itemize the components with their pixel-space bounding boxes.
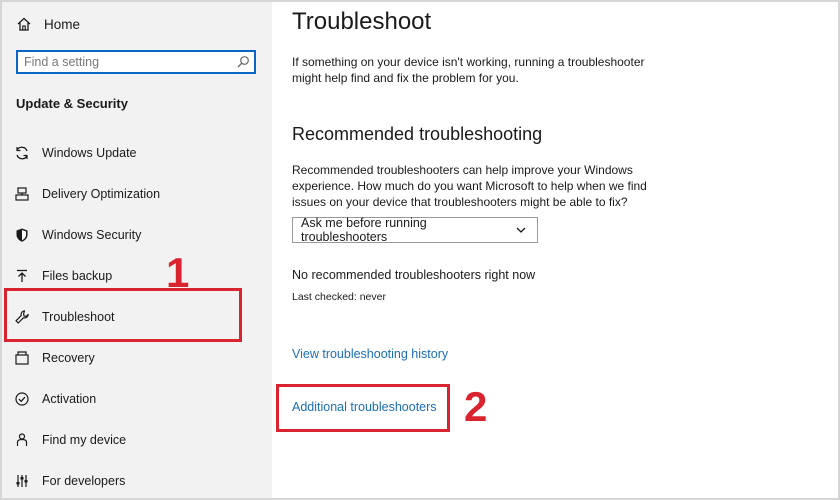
delivery-optimization-icon <box>14 186 30 202</box>
recovery-icon <box>14 350 30 366</box>
sidebar-item-windows-security[interactable]: Windows Security <box>14 224 141 246</box>
sidebar-item-label: Activation <box>42 392 97 406</box>
sidebar-item-label: Delivery Optimization <box>42 187 161 201</box>
sidebar-item-files-backup[interactable]: Files backup <box>14 265 112 287</box>
chevron-down-icon <box>513 222 529 238</box>
status-text: No recommended troubleshooters right now <box>292 268 536 282</box>
sidebar-item-windows-update[interactable]: Windows Update <box>14 142 137 164</box>
sidebar-item-home[interactable]: Home <box>16 14 80 34</box>
sidebar-item-label: Windows Security <box>42 228 142 242</box>
person-pin-icon <box>14 432 30 448</box>
dropdown-value: Ask me before running troubleshooters <box>301 216 427 244</box>
annotation-step-2: 2 <box>464 383 488 430</box>
recommended-text: Recommended troubleshooters can help imp… <box>292 163 647 209</box>
sidebar-item-find-my-device[interactable]: Find my device <box>14 429 126 451</box>
backup-arrow-icon <box>14 268 30 284</box>
sidebar-item-label: Files backup <box>42 269 113 283</box>
sidebar-item-activation[interactable]: Activation <box>14 388 96 410</box>
recommended-heading: Recommended troubleshooting <box>292 124 543 144</box>
sidebar-item-label: Windows Update <box>42 146 137 160</box>
last-checked-text: Last checked: never <box>292 291 386 303</box>
sidebar-item-label: Find my device <box>42 433 127 447</box>
view-history-link[interactable]: View troubleshooting history <box>292 347 448 361</box>
annotation-box-additional <box>276 384 450 432</box>
developer-sliders-icon <box>14 473 30 489</box>
sidebar: Home Update & Security Windows Update De… <box>2 2 272 498</box>
sidebar-item-delivery-optimization[interactable]: Delivery Optimization <box>14 183 160 205</box>
annotation-box-troubleshoot <box>4 288 242 342</box>
sidebar-item-label: Recovery <box>42 351 95 365</box>
section-title: Update & Security <box>16 96 128 111</box>
search-box[interactable] <box>16 50 256 74</box>
home-icon <box>16 16 32 32</box>
shield-icon <box>14 227 30 243</box>
sidebar-item-for-developers[interactable]: For developers <box>14 470 125 492</box>
sidebar-item-recovery[interactable]: Recovery <box>14 347 95 369</box>
search-input[interactable] <box>18 52 232 72</box>
annotation-step-1: 1 <box>166 249 190 296</box>
page-title: Troubleshoot <box>292 8 432 35</box>
check-circle-icon <box>14 391 30 407</box>
search-icon[interactable] <box>232 54 254 70</box>
troubleshoot-preference-dropdown[interactable]: Ask me before running troubleshooters <box>292 216 538 244</box>
sync-icon <box>14 145 30 161</box>
sidebar-item-label: For developers <box>42 474 126 488</box>
sidebar-home-label: Home <box>44 16 81 32</box>
intro-text: If something on your device isn't workin… <box>292 55 645 85</box>
